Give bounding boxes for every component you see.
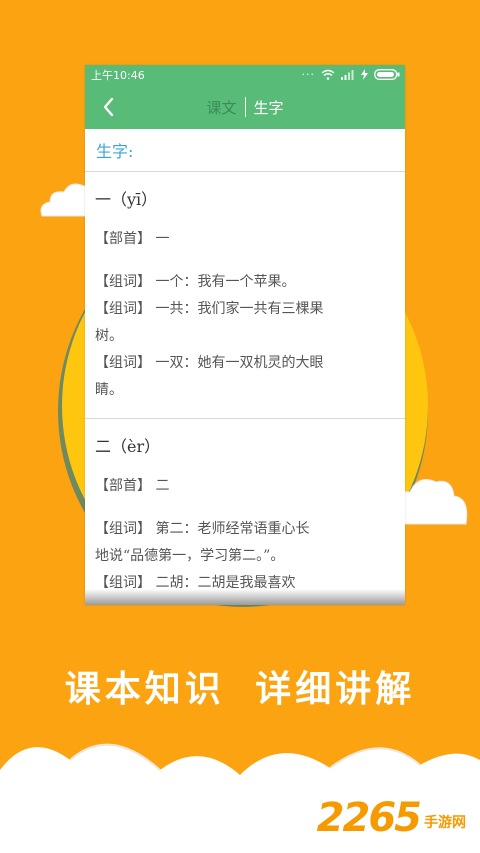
radical-line: 【部首】 二 <box>95 478 170 494</box>
word-line: 【组词】 第二：老师经常语重心长 <box>95 521 310 537</box>
wifi-icon <box>321 69 335 80</box>
tab-switcher: 课文 生字 <box>85 85 405 129</box>
charging-icon <box>361 69 368 80</box>
word-line: 【组词】 一个：我有一个苹果。 <box>95 274 296 290</box>
battery-icon <box>374 69 400 80</box>
promo-slogan: 课本知识 详细讲解 <box>64 669 416 710</box>
character-heading: 二（èr） <box>95 437 161 456</box>
word-line: 睛。 <box>95 382 123 398</box>
watermark-text: 手游网 <box>424 815 466 831</box>
section-title: 生字: <box>85 129 405 172</box>
signal-icon <box>341 70 354 80</box>
more-dots-icon: ··· <box>301 68 315 81</box>
tab-text[interactable]: 课文 <box>198 97 244 118</box>
status-time: 上午10:46 <box>91 69 145 82</box>
scroll-fade <box>85 589 405 605</box>
word-line: 地说“品德第一，学习第二。”。 <box>95 548 285 564</box>
site-watermark: 2265 手游网 <box>317 795 466 841</box>
word-line: 【组词】 一共：我们家一共有三棵果 <box>95 301 324 317</box>
character-heading: 一（yī） <box>95 190 158 209</box>
tab-characters[interactable]: 生字 <box>246 97 292 118</box>
status-bar: 上午10:46 ··· <box>85 65 405 85</box>
watermark-number: 2265 <box>316 795 422 841</box>
radical-line: 【部首】 一 <box>95 231 170 247</box>
character-entry: 一（yī） 【部首】 一 【组词】 一个：我有一个苹果。 【组词】 一共：我们家… <box>85 172 405 419</box>
character-entry: 二（èr） 【部首】 二 【组词】 第二：老师经常语重心长 地说“品德第一，学习… <box>85 419 405 597</box>
phone-screen: 上午10:46 ··· 课文 生字 生字: 一（yī） 【部首】 一 【组词】 … <box>85 65 405 605</box>
word-line: 树。 <box>95 328 123 344</box>
word-line: 【组词】 一双：她有一双机灵的大眼 <box>95 355 324 371</box>
app-toolbar: 课文 生字 <box>85 85 405 129</box>
